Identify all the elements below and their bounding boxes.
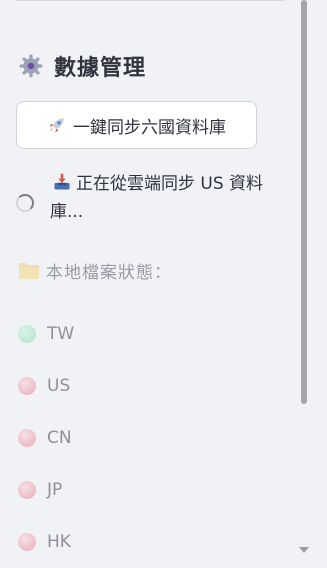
sync-all-databases-button[interactable]: 一鍵同步六國資料庫 xyxy=(16,101,257,149)
status-dot-red-icon xyxy=(18,533,36,551)
section-header: 數據管理 xyxy=(18,50,146,82)
database-label: CN xyxy=(47,428,72,448)
local-files-title: 本地檔案狀態： xyxy=(46,263,172,283)
sidebar-scrollbar[interactable] xyxy=(299,0,309,555)
database-item-us: US xyxy=(18,360,74,412)
database-item-tw: TW xyxy=(18,308,74,360)
sync-status: 正在從雲端同步 US 資料庫... xyxy=(16,170,286,226)
database-label: JP xyxy=(47,480,63,500)
database-label: TW xyxy=(47,324,75,344)
database-label: US xyxy=(47,376,71,396)
rocket-icon xyxy=(49,118,64,133)
section-title: 數據管理 xyxy=(54,56,147,81)
scroll-down-arrow-icon[interactable] xyxy=(299,547,309,553)
database-item-jp: JP xyxy=(18,464,74,516)
gear-icon xyxy=(19,54,43,78)
inbox-tray-icon xyxy=(54,173,70,190)
loading-spinner xyxy=(16,194,34,212)
scrollbar-thumb[interactable] xyxy=(301,0,307,404)
database-item-cn: CN xyxy=(18,412,74,464)
database-label: HK xyxy=(47,532,71,552)
top-divider xyxy=(16,0,284,1)
status-dot-red-icon xyxy=(18,377,36,395)
database-item-hk: HK xyxy=(18,516,74,568)
status-message: 正在從雲端同步 US 資料庫... xyxy=(50,170,285,226)
status-dot-red-icon xyxy=(18,481,36,499)
status-text: 正在從雲端同步 US 資料庫... xyxy=(50,174,264,222)
local-files-header: 本地檔案狀態： xyxy=(18,258,172,283)
status-dot-red-icon xyxy=(18,429,36,447)
folder-icon xyxy=(19,262,39,279)
database-status-list: TW US CN JP HK xyxy=(18,308,74,568)
sync-button-label: 一鍵同步六國資料庫 xyxy=(73,117,226,137)
status-dot-green-icon xyxy=(18,325,36,343)
